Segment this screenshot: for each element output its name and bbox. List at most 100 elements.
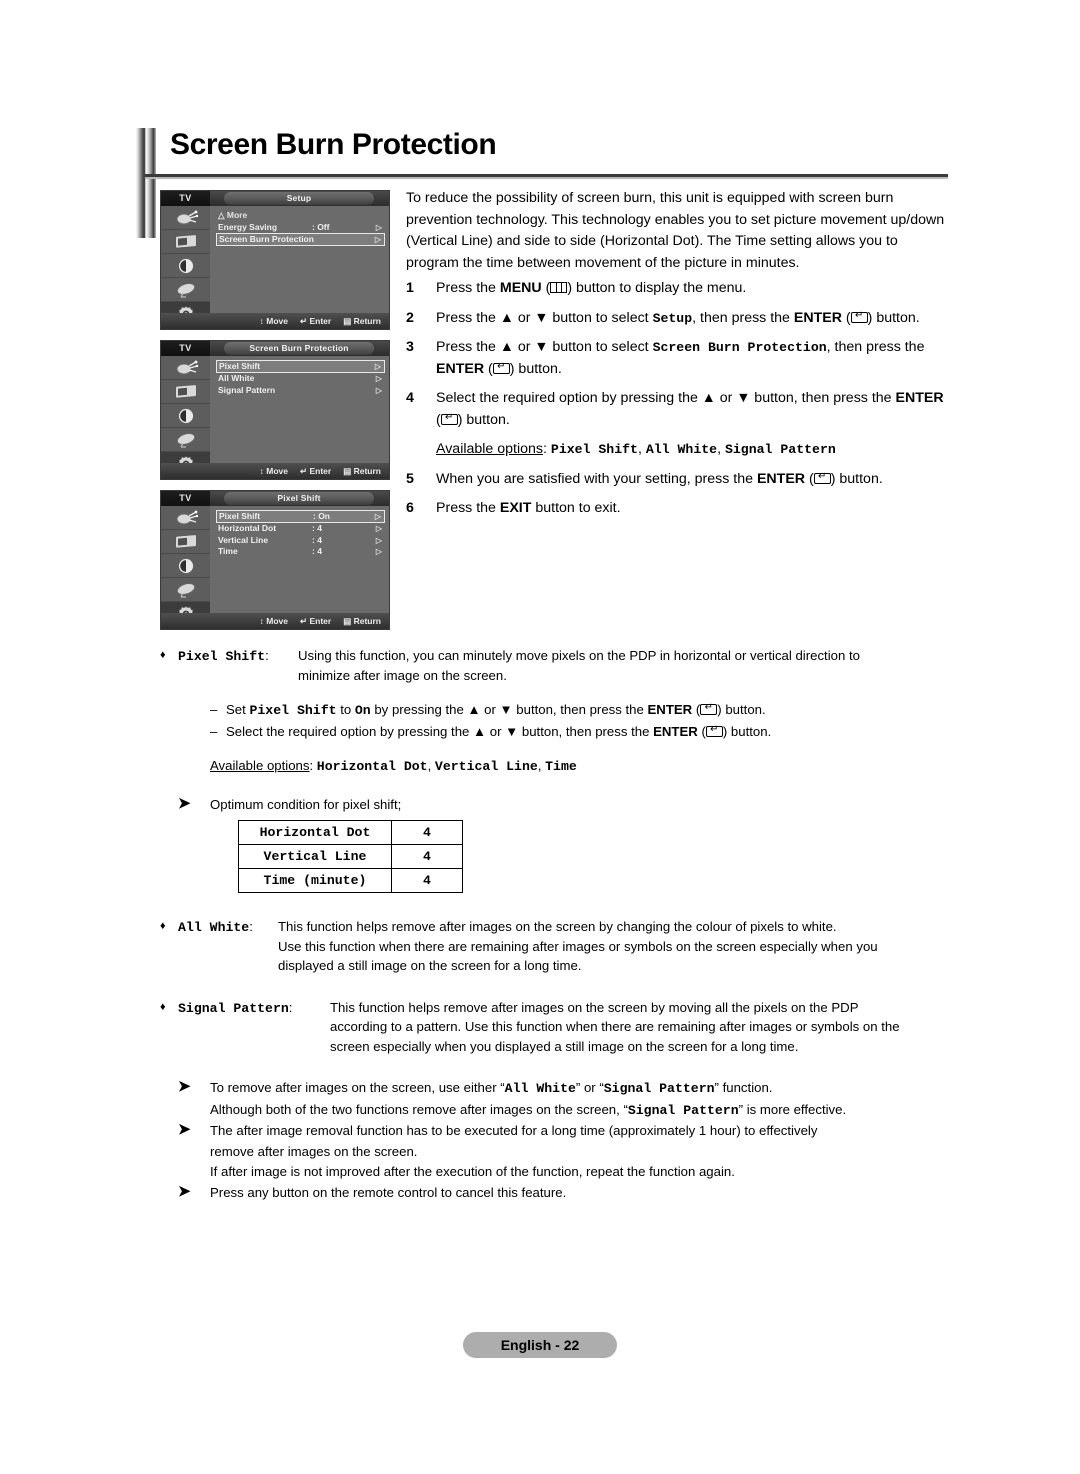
step-number: 3 <box>406 339 414 355</box>
text-run: , <box>427 758 435 773</box>
osd-menu-row[interactable]: Pixel Shift: On ▷ <box>216 510 385 523</box>
osd-term: Vertical Line <box>434 759 538 774</box>
pixel-shift-description: Using this function, you can minutely mo… <box>298 648 860 683</box>
osd-sidebar-item-sound[interactable] <box>161 404 210 428</box>
dash-bullet-icon: – <box>210 702 218 717</box>
pixel-shift-dash-list: – Set Pixel Shift to On by pressing the ▲… <box>160 699 950 742</box>
osd-row-value: : Off <box>312 221 330 232</box>
menu-key-icon <box>550 282 568 293</box>
osd-menu-row[interactable]: Energy Saving: Off ▷ <box>216 222 385 234</box>
note-item: ➤ The after image removal function has to… <box>160 1121 950 1142</box>
text-run: Press the ▲ or ▼ button to select <box>436 339 653 355</box>
osd-row-label: Time <box>218 546 238 556</box>
available-options-step4: Available options: Pixel Shift, All Whit… <box>406 439 951 461</box>
osd-hint-return: ▤ Return <box>343 315 381 326</box>
chevron-right-icon: ▷ <box>375 535 382 545</box>
chevron-right-icon: ▷ <box>375 222 382 232</box>
text-run: ) button. <box>717 702 766 717</box>
osd-menu-row[interactable]: Pixel Shift ▷ <box>216 360 385 373</box>
note-item: remove after images on the screen. <box>160 1142 950 1163</box>
osd-menu-list: Pixel Shift: On ▷ Horizontal Dot: 4 ▷ Vertic… <box>210 506 389 613</box>
osd-menu-row[interactable]: Horizontal Dot: 4 ▷ <box>216 523 385 535</box>
step-2: 2 Press the ▲ or ▼ button to select Setup… <box>406 308 951 330</box>
text-run: ( <box>841 309 851 326</box>
arrow-bullet-icon: ➤ <box>178 1078 191 1095</box>
key-name: MENU <box>499 280 542 296</box>
osd-row-label: Vertical Line <box>218 534 269 545</box>
signal-pattern-term: Signal Pattern: <box>178 999 293 1016</box>
osd-sidebar <box>161 356 210 479</box>
text-run: , then press the <box>692 309 794 326</box>
osd-row-label: Pixel Shift <box>219 511 261 521</box>
pixel-shift-section: ♦ Pixel Shift: Using this function, you c… <box>160 646 950 685</box>
osd-term: Signal Pattern <box>724 442 836 457</box>
all-white-section: ♦ All White: This function helps remove a… <box>160 917 950 976</box>
osd-sidebar <box>161 206 210 329</box>
osd-sidebar-item-channel-dish[interactable] <box>161 278 210 302</box>
text-run: ( <box>805 470 814 487</box>
osd-hint-move: ↕ Move <box>259 616 288 626</box>
text-run: Select the required option by pressing t… <box>436 390 896 406</box>
osd-sidebar-item-channel-dish[interactable] <box>161 578 210 602</box>
osd-tv-label: TV <box>161 341 210 356</box>
osd-sidebar-item-picture[interactable] <box>161 230 210 254</box>
text-run: Set <box>226 702 250 717</box>
osd-sidebar-item-channel-dish[interactable] <box>161 428 210 452</box>
osd-term: Screen Burn Protection <box>652 340 827 355</box>
osd-hint-enter: ↵ Enter <box>300 615 332 626</box>
osd-menu-row[interactable]: Vertical Line : 4 ▷ <box>216 535 385 547</box>
key-name: ENTER <box>756 470 806 487</box>
optimum-heading-text: Optimum condition for pixel shift; <box>210 796 402 812</box>
table-row: Time (minute) 4 <box>238 868 463 893</box>
page-title: Screen Burn Protection <box>170 128 497 161</box>
osd-menu-row[interactable]: Screen Burn Protection ▷ <box>216 233 385 246</box>
osd-term: Signal Pattern <box>627 1102 739 1118</box>
text-run: ) button. <box>457 411 510 428</box>
osd-sidebar-item-picture[interactable] <box>161 380 210 404</box>
osd-hint-icon: ▤ <box>343 465 352 476</box>
chevron-right-icon: ▷ <box>375 374 382 383</box>
all-white-term: All White: <box>178 919 253 935</box>
chevron-right-icon: ▷ <box>375 385 382 395</box>
osd-hint-return: ▤ Return <box>343 465 381 476</box>
step-5: 5 When you are satisfied with your settin… <box>406 469 951 491</box>
text-run: ” function. <box>714 1080 773 1095</box>
osd-hint-move: ↕ Move <box>259 466 288 476</box>
osd-menu-row[interactable]: △ More <box>216 210 385 222</box>
text-run: To remove after images on the screen, us… <box>210 1080 505 1095</box>
text-run: ) button. <box>830 470 883 487</box>
key-name: ENTER <box>647 702 693 717</box>
text-run: button to exit. <box>531 500 621 516</box>
osd-menu-title: Setup <box>224 192 374 205</box>
osd-sidebar-item-input-source[interactable] <box>161 506 210 530</box>
osd-sidebar-item-sound[interactable] <box>161 254 210 278</box>
enter-key-icon: ↵ <box>813 471 831 484</box>
text-run: ” or “ <box>575 1080 604 1095</box>
osd-row-label: △ More <box>218 210 248 220</box>
osd-row-value: : 4 <box>312 534 322 545</box>
chevron-right-icon: ▷ <box>375 524 382 533</box>
osd-menu-row[interactable]: Signal Pattern ▷ <box>216 385 385 397</box>
chevron-right-icon: ▷ <box>374 512 381 521</box>
key-name: ENTER <box>436 360 485 377</box>
text-run: , then press the <box>826 339 925 355</box>
osd-hint-icon: ↕ <box>259 466 264 476</box>
manual-page: Screen Burn Protection TV Setup △ More Ener… <box>0 0 1080 1474</box>
all-white-description: This function helps remove after images … <box>278 919 878 973</box>
chevron-right-icon: ▷ <box>374 235 381 244</box>
text-run: If after image is not improved after the… <box>210 1164 735 1179</box>
diamond-bullet-icon: ♦ <box>160 649 166 661</box>
arrow-bullet-icon: ➤ <box>178 1121 191 1138</box>
key-name: EXIT <box>499 500 532 516</box>
osd-menu-row[interactable]: All White ▷ <box>216 373 385 385</box>
enter-key-icon: ↵ <box>850 310 868 323</box>
osd-row-label: All White <box>218 373 255 383</box>
osd-sidebar-item-picture[interactable] <box>161 530 210 554</box>
optimum-condition-table: Horizontal Dot 4 Vertical Line 4 Time (minut… <box>238 820 463 893</box>
decorative-chrome-bar <box>136 128 156 238</box>
osd-menu-row[interactable]: Time: 4 ▷ <box>216 546 385 558</box>
osd-sidebar-item-sound[interactable] <box>161 554 210 578</box>
osd-sidebar-item-input-source[interactable] <box>161 356 210 380</box>
osd-sidebar-item-input-source[interactable] <box>161 206 210 230</box>
text-run: ) button. <box>867 309 920 326</box>
